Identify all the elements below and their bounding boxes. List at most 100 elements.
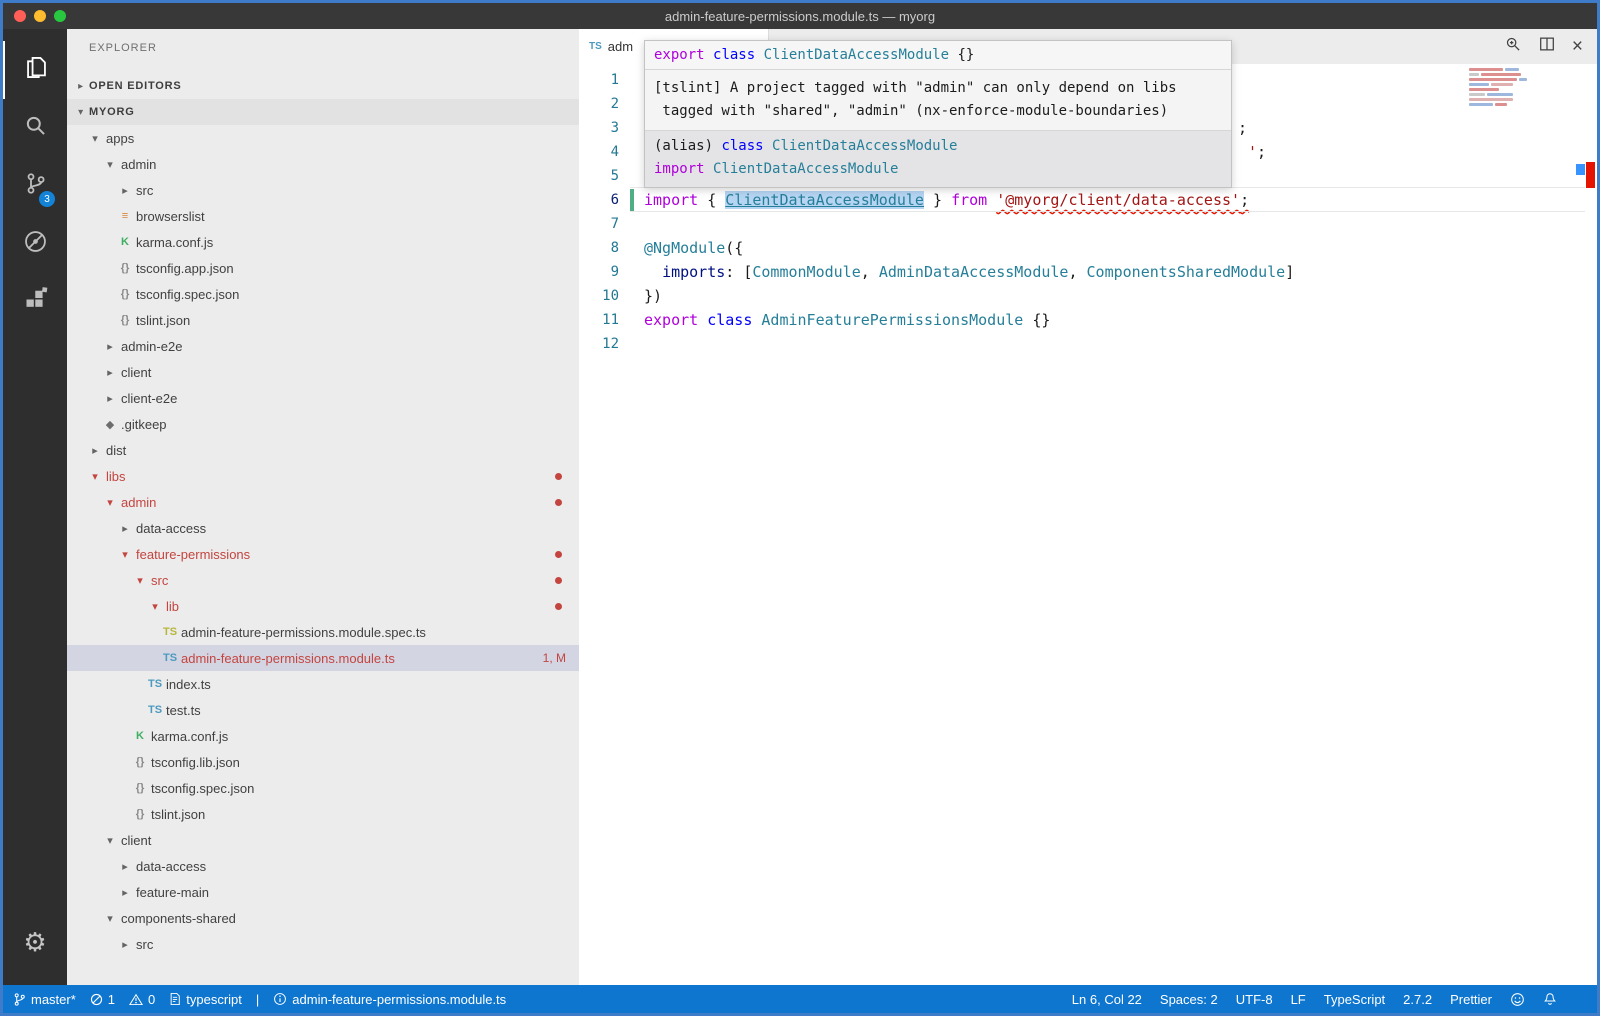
tree-item-karma.conf.js[interactable]: Kkarma.conf.js bbox=[67, 723, 579, 749]
code-line-12[interactable] bbox=[644, 332, 1575, 356]
tree-item-label: feature-main bbox=[136, 885, 209, 900]
feedback[interactable] bbox=[1510, 992, 1525, 1007]
tree-item-admin-e2e[interactable]: ▸admin-e2e bbox=[67, 333, 579, 359]
tree-item-index.ts[interactable]: TSindex.ts bbox=[67, 671, 579, 697]
warning-count-label: 0 bbox=[148, 992, 155, 1007]
code-line-11[interactable]: export class AdminFeaturePermissionsModu… bbox=[644, 308, 1575, 332]
explorer-activity-button[interactable] bbox=[3, 41, 67, 99]
debug-activity-button[interactable] bbox=[3, 215, 67, 273]
workspace-header[interactable]: ▾ MYORG bbox=[67, 99, 579, 125]
tab-label: adm bbox=[608, 39, 633, 54]
tree-item-components-shared[interactable]: ▾components-shared bbox=[67, 905, 579, 931]
formatter[interactable]: Prettier bbox=[1450, 992, 1492, 1007]
source-control-activity-button[interactable]: 3 bbox=[3, 157, 67, 215]
cursor-position[interactable]: Ln 6, Col 22 bbox=[1072, 992, 1142, 1007]
chevron-right-icon: ▸ bbox=[101, 392, 119, 405]
tree-item-feature-permissions[interactable]: ▾feature-permissions bbox=[67, 541, 579, 567]
ts-version[interactable]: 2.7.2 bbox=[1403, 992, 1432, 1007]
tree-item-feature-main[interactable]: ▸feature-main bbox=[67, 879, 579, 905]
manage-button[interactable]: ⚙ bbox=[3, 913, 67, 971]
open-editors-header[interactable]: ▸ OPEN EDITORS bbox=[67, 73, 579, 99]
minimize-window-button[interactable] bbox=[34, 10, 46, 22]
tree-item-label: karma.conf.js bbox=[136, 235, 213, 250]
titlebar: admin-feature-permissions.module.ts — my… bbox=[3, 3, 1597, 29]
tree-item-apps[interactable]: ▾apps bbox=[67, 125, 579, 151]
tree-item-dist[interactable]: ▸dist bbox=[67, 437, 579, 463]
tree-item-label: lib bbox=[166, 599, 179, 614]
code-line-8[interactable]: @NgModule({ bbox=[644, 236, 1575, 260]
gear-icon: ⚙ bbox=[23, 929, 46, 955]
split-editor-button[interactable] bbox=[1538, 35, 1556, 58]
line-number-3: 3 bbox=[579, 116, 619, 140]
linter-status[interactable]: typescript bbox=[169, 992, 242, 1007]
tree-item-client[interactable]: ▸client bbox=[67, 359, 579, 385]
tree-item-admin[interactable]: ▾admin bbox=[67, 489, 579, 515]
tree-item-browserslist[interactable]: ≡browserslist bbox=[67, 203, 579, 229]
tree-item-tslint.json[interactable]: {}tslint.json bbox=[67, 801, 579, 827]
tree-item-lib[interactable]: ▾lib bbox=[67, 593, 579, 619]
file-status[interactable]: admin-feature-permissions.module.ts bbox=[273, 992, 506, 1007]
line-number-10: 10 bbox=[579, 284, 619, 308]
tree-item-label: karma.conf.js bbox=[151, 729, 228, 744]
tree-item-client-e2e[interactable]: ▸client-e2e bbox=[67, 385, 579, 411]
error-count[interactable]: 1 bbox=[90, 992, 115, 1007]
tree-item-tsconfig.lib.json[interactable]: {}tsconfig.lib.json bbox=[67, 749, 579, 775]
tree-item-data-access[interactable]: ▸data-access bbox=[67, 515, 579, 541]
code-editor[interactable]: 123456789101112 ;';import { ClientDataAc… bbox=[579, 64, 1597, 985]
tree-item-tsconfig.app.json[interactable]: {}tsconfig.app.json bbox=[67, 255, 579, 281]
indentation[interactable]: Spaces: 2 bbox=[1160, 992, 1218, 1007]
code-line-9[interactable]: imports: [CommonModule, AdminDataAccessM… bbox=[644, 260, 1575, 284]
tree-item-label: browserslist bbox=[136, 209, 205, 224]
tree-item-karma.conf.js[interactable]: Kkarma.conf.js bbox=[67, 229, 579, 255]
tree-item-admin-feature-permissions.module.ts[interactable]: TSadmin-feature-permissions.module.ts1, … bbox=[67, 645, 579, 671]
tree-item-test.ts[interactable]: TStest.ts bbox=[67, 697, 579, 723]
extensions-activity-button[interactable] bbox=[3, 273, 67, 331]
tree-item-admin[interactable]: ▾admin bbox=[67, 151, 579, 177]
code-line-6[interactable]: import { ClientDataAccessModule } from '… bbox=[644, 188, 1575, 212]
tree-item-tsconfig.spec.json[interactable]: {}tsconfig.spec.json bbox=[67, 281, 579, 307]
editor-actions: × bbox=[1504, 29, 1597, 64]
zoom-window-button[interactable] bbox=[54, 10, 66, 22]
json-icon: {} bbox=[131, 782, 149, 794]
smiley-icon bbox=[1510, 992, 1525, 1007]
close-window-button[interactable] bbox=[14, 10, 26, 22]
chevron-down-icon: ▾ bbox=[131, 574, 149, 587]
code-line-7[interactable] bbox=[644, 212, 1575, 236]
tree-item-label: admin bbox=[121, 157, 156, 172]
tree-item-tslint.json[interactable]: {}tslint.json bbox=[67, 307, 579, 333]
tree-item-tsconfig.spec.json[interactable]: {}tsconfig.spec.json bbox=[67, 775, 579, 801]
tree-item-src[interactable]: ▸src bbox=[67, 931, 579, 957]
chevron-right-icon: ▸ bbox=[101, 340, 119, 353]
tree-item-admin-feature-permissions.module.spec.ts[interactable]: TSadmin-feature-permissions.module.spec.… bbox=[67, 619, 579, 645]
warning-count[interactable]: 0 bbox=[129, 992, 155, 1007]
minimap[interactable] bbox=[1469, 68, 1533, 108]
open-changes-button[interactable] bbox=[1504, 35, 1522, 58]
status-bar-left: master*10typescript|admin-feature-permis… bbox=[13, 992, 506, 1007]
hover-tooltip: export class ClientDataAccessModule {} [… bbox=[644, 40, 1232, 188]
chevron-right-icon: ▸ bbox=[73, 81, 89, 92]
tree-item-libs[interactable]: ▾libs bbox=[67, 463, 579, 489]
search-icon bbox=[22, 112, 49, 144]
tree-item-.gitkeep[interactable]: ◆.gitkeep bbox=[67, 411, 579, 437]
ts-blue-icon: TS bbox=[146, 704, 164, 716]
search-activity-button[interactable] bbox=[3, 99, 67, 157]
language-mode[interactable]: TypeScript bbox=[1324, 992, 1385, 1007]
json-icon: {} bbox=[116, 314, 134, 326]
debug-icon bbox=[22, 228, 49, 260]
eol[interactable]: LF bbox=[1291, 992, 1306, 1007]
json-icon: {} bbox=[116, 288, 134, 300]
tree-item-src[interactable]: ▾src bbox=[67, 567, 579, 593]
code-line-10[interactable]: }) bbox=[644, 284, 1575, 308]
git-status-badge: 1, M bbox=[543, 651, 566, 665]
tree-item-label: test.ts bbox=[166, 703, 201, 718]
tree-item-client[interactable]: ▾client bbox=[67, 827, 579, 853]
tree-item-src[interactable]: ▸src bbox=[67, 177, 579, 203]
git-branch-status[interactable]: master* bbox=[13, 992, 76, 1007]
close-editor-button[interactable]: × bbox=[1572, 37, 1583, 56]
encoding[interactable]: UTF-8 bbox=[1236, 992, 1273, 1007]
chevron-right-icon: ▸ bbox=[116, 522, 134, 535]
chevron-right-icon: ▸ bbox=[86, 444, 104, 457]
line-number-5: 5 bbox=[579, 164, 619, 188]
tree-item-data-access[interactable]: ▸data-access bbox=[67, 853, 579, 879]
notifications[interactable] bbox=[1543, 992, 1557, 1006]
